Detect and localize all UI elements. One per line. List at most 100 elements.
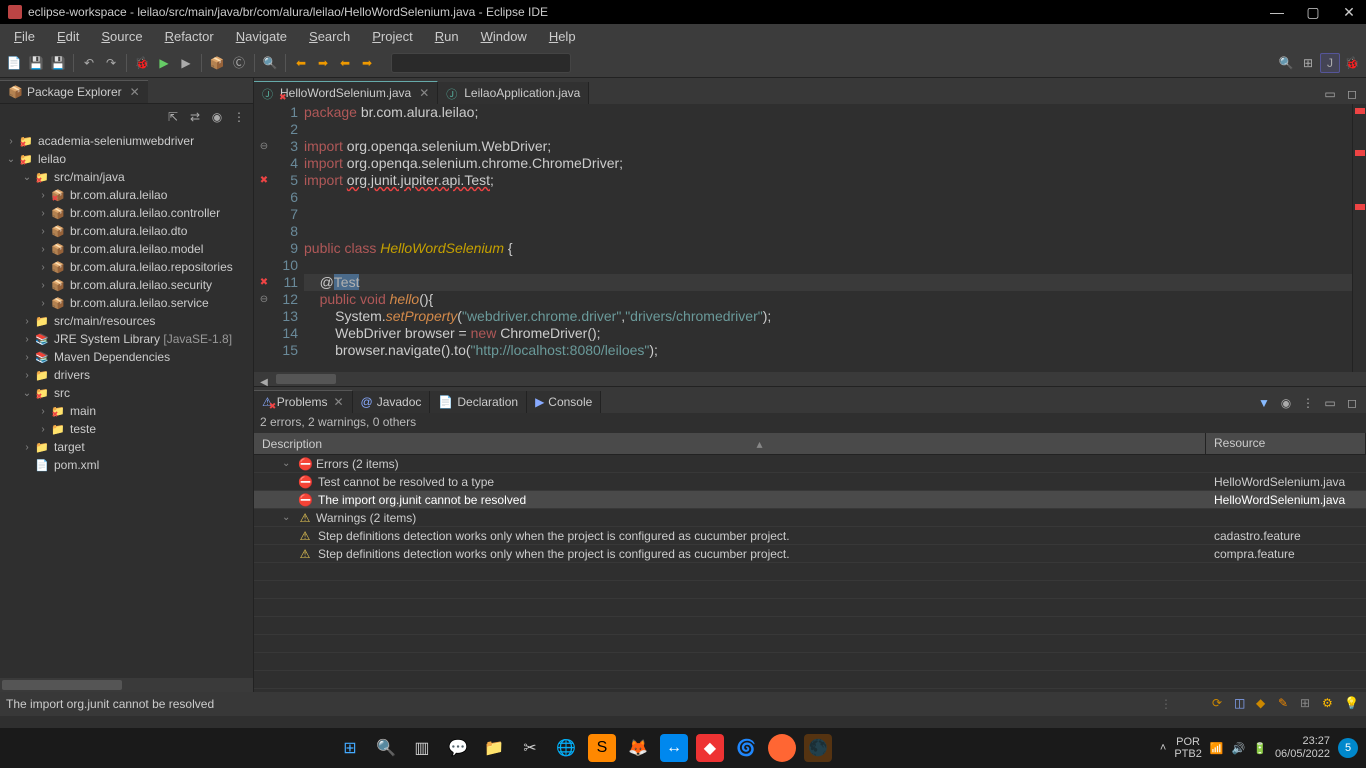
notification-badge[interactable]: 5 <box>1338 738 1358 758</box>
tab-javadoc[interactable]: @Javadoc <box>353 391 431 413</box>
tree-node-br-com-alura-leilao-model[interactable]: ›📦br.com.alura.leilao.model <box>0 240 253 258</box>
problem-row[interactable]: ⛔Test cannot be resolved to a typeHelloW… <box>254 473 1366 491</box>
problems-table[interactable]: Description ▴ Resource ⌄⛔Errors (2 items… <box>254 433 1366 692</box>
debug-perspective-button[interactable]: 🐞 <box>1342 53 1362 73</box>
editor-hscrollbar[interactable]: ◀ <box>254 372 1366 386</box>
tray-language[interactable]: POR <box>1174 736 1202 748</box>
sublime-button[interactable]: S <box>588 734 616 762</box>
teamviewer-button[interactable]: ↔ <box>660 734 688 762</box>
forward-button[interactable]: ➡ <box>313 53 333 73</box>
save-all-button[interactable]: 💾 <box>48 53 68 73</box>
tree-node-br-com-alura-leilao-repositories[interactable]: ›📦br.com.alura.leilao.repositories <box>0 258 253 276</box>
menu-edit[interactable]: Edit <box>47 26 89 47</box>
new-package-button[interactable]: 📦 <box>207 53 227 73</box>
menu-source[interactable]: Source <box>91 26 152 47</box>
status-icon[interactable]: ✎ <box>1278 696 1294 712</box>
problem-row[interactable]: ⛔The import org.junit cannot be resolved… <box>254 491 1366 509</box>
debug-button[interactable]: 🐞 <box>132 53 152 73</box>
back-button[interactable]: ⬅ <box>291 53 311 73</box>
eclipse-taskbar-button[interactable]: 🌑 <box>804 734 832 762</box>
tree-node-leilao[interactable]: ⌄📁✖leilao <box>0 150 253 168</box>
overview-ruler[interactable] <box>1352 104 1366 372</box>
tab-problems[interactable]: ⚠✖Problems✕ <box>254 390 353 413</box>
status-icon[interactable]: ⊞ <box>1300 696 1316 712</box>
close-icon[interactable]: ✕ <box>333 395 343 409</box>
menu-project[interactable]: Project <box>362 26 422 47</box>
menu-refactor[interactable]: Refactor <box>155 26 224 47</box>
tree-node-br-com-alura-leilao-dto[interactable]: ›📦br.com.alura.leilao.dto <box>0 222 253 240</box>
chrome-button[interactable]: 🌐 <box>552 734 580 762</box>
edge-button[interactable]: 🌀 <box>732 734 760 762</box>
menu-file[interactable]: File <box>4 26 45 47</box>
close-icon[interactable]: ✕ <box>130 85 140 99</box>
tree-node-br-com-alura-leilao-security[interactable]: ›📦br.com.alura.leilao.security <box>0 276 253 294</box>
view-menu-button[interactable]: ⋮ <box>229 107 249 127</box>
maximize-view-button[interactable]: ◻ <box>1342 84 1362 104</box>
tab-declaration[interactable]: 📄Declaration <box>430 391 527 413</box>
link-editor-button[interactable]: ⇄ <box>185 107 205 127</box>
postman-button[interactable] <box>768 734 796 762</box>
tree-node-br-com-alura-leilao[interactable]: ›📦✖br.com.alura.leilao <box>0 186 253 204</box>
firefox-button[interactable]: 🦊 <box>624 734 652 762</box>
tree-node-src-main-java[interactable]: ⌄📁✖src/main/java <box>0 168 253 186</box>
open-type-button[interactable]: 🔍 <box>260 53 280 73</box>
problem-row[interactable]: ⌄⛔Errors (2 items) <box>254 455 1366 473</box>
task-view-button[interactable]: ▥ <box>408 734 436 762</box>
scroll-left-icon[interactable]: ◀ <box>254 372 274 392</box>
tree-node-pom-xml[interactable]: 📄pom.xml <box>0 456 253 474</box>
maximize-view-button[interactable]: ◻ <box>1342 393 1362 413</box>
status-icon[interactable]: ⚙ <box>1322 696 1338 712</box>
menu-run[interactable]: Run <box>425 26 469 47</box>
tree-node-br-com-alura-leilao-controller[interactable]: ›📦br.com.alura.leilao.controller <box>0 204 253 222</box>
tray-clock[interactable]: 23:27 06/05/2022 <box>1275 735 1330 761</box>
snipping-button[interactable]: ✂ <box>516 734 544 762</box>
search-button[interactable]: 🔍 <box>372 734 400 762</box>
redo-button[interactable]: ↷ <box>101 53 121 73</box>
tree-node-src[interactable]: ⌄📁✖src <box>0 384 253 402</box>
anydesk-button[interactable]: ◆ <box>696 734 724 762</box>
focus-button[interactable]: ◉ <box>1276 393 1296 413</box>
package-explorer-tab[interactable]: 📦 Package Explorer ✕ <box>0 80 148 103</box>
search-icon[interactable]: 🔍 <box>1276 53 1296 73</box>
problem-row[interactable]: ⌄⚠Warnings (2 items) <box>254 509 1366 527</box>
tree-node-jre-system-library[interactable]: ›📚JRE System Library [JavaSE-1.8] <box>0 330 253 348</box>
status-icon[interactable]: ⟳ <box>1212 696 1228 712</box>
column-resource[interactable]: Resource <box>1206 433 1366 454</box>
coverage-button[interactable]: ▶ <box>176 53 196 73</box>
start-button[interactable]: ⊞ <box>336 734 364 762</box>
tray-chevron-icon[interactable]: ˄ <box>1160 742 1166 754</box>
perspective-open-button[interactable]: ⊞ <box>1298 53 1318 73</box>
close-button[interactable]: ✕ <box>1340 4 1358 21</box>
back-button-2[interactable]: ⬅ <box>335 53 355 73</box>
tip-icon[interactable]: 💡 <box>1344 696 1360 712</box>
minimize-view-button[interactable]: ▭ <box>1320 84 1340 104</box>
column-description[interactable]: Description ▴ <box>254 433 1206 454</box>
menu-search[interactable]: Search <box>299 26 360 47</box>
chat-button[interactable]: 💬 <box>444 734 472 762</box>
tab-console[interactable]: ▶Console <box>527 391 601 413</box>
status-icon[interactable]: ◫ <box>1234 696 1250 712</box>
java-perspective-button[interactable]: J <box>1320 53 1340 73</box>
problem-row[interactable]: ⚠Step definitions detection works only w… <box>254 545 1366 563</box>
wifi-icon[interactable]: 📶 <box>1210 742 1224 755</box>
minimize-view-button[interactable]: ▭ <box>1320 393 1340 413</box>
horizontal-scrollbar[interactable] <box>0 678 253 692</box>
forward-button-2[interactable]: ➡ <box>357 53 377 73</box>
status-icon[interactable]: ◆ <box>1256 696 1272 712</box>
explorer-button[interactable]: 📁 <box>480 734 508 762</box>
tree-node-br-com-alura-leilao-service[interactable]: ›📦br.com.alura.leilao.service <box>0 294 253 312</box>
minimize-button[interactable]: — <box>1268 4 1286 21</box>
save-button[interactable]: 💾 <box>26 53 46 73</box>
collapse-all-button[interactable]: ⇱ <box>163 107 183 127</box>
filter-button[interactable]: ▼ <box>1254 393 1274 413</box>
menu-window[interactable]: Window <box>471 26 537 47</box>
menu-help[interactable]: Help <box>539 26 586 47</box>
editor-tab-hellowordselenium-java[interactable]: Ⓙ✖HelloWordSelenium.java✕ <box>254 81 438 104</box>
tree-node-drivers[interactable]: ›📁drivers <box>0 366 253 384</box>
editor-body[interactable]: ⊖✖✖⊖ 123456789101112131415 package br.co… <box>254 104 1366 372</box>
problem-row[interactable]: ⚠Step definitions detection works only w… <box>254 527 1366 545</box>
quick-access-input[interactable] <box>391 53 571 73</box>
close-icon[interactable]: ✕ <box>419 86 429 100</box>
menu-navigate[interactable]: Navigate <box>226 26 297 47</box>
maximize-button[interactable]: ▢ <box>1304 4 1322 21</box>
